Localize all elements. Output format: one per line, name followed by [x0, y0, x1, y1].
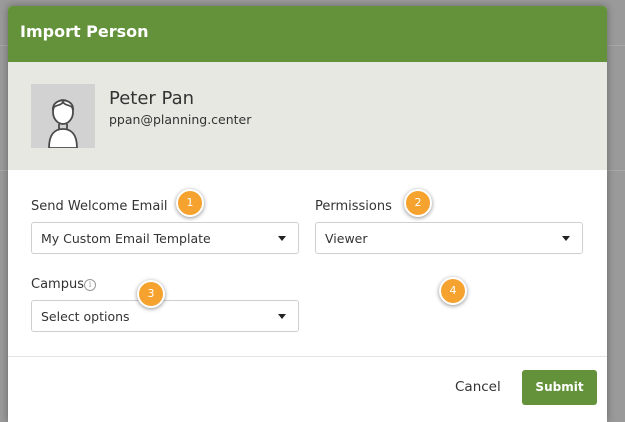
permissions-value: Viewer	[325, 231, 368, 246]
campus-select[interactable]: Select options	[31, 300, 299, 332]
chevron-down-icon	[562, 236, 570, 241]
person-name: Peter Pan	[109, 88, 195, 109]
permissions-label: Permissions	[315, 199, 392, 214]
person-silhouette-icon	[31, 84, 95, 149]
person-summary: Peter Pan ppan@planning.center	[8, 62, 607, 170]
import-person-modal: Import Person Peter Pan ppan@planning.ce…	[8, 6, 607, 422]
avatar	[31, 84, 95, 149]
person-email: ppan@planning.center	[109, 112, 252, 127]
campus-value: Select options	[41, 309, 130, 324]
info-icon[interactable]: i	[84, 279, 96, 291]
step-badge-1: 1	[176, 189, 204, 217]
campus-label: Campus	[31, 277, 84, 292]
step-badge-4: 4	[439, 277, 467, 305]
chevron-down-icon	[278, 314, 286, 319]
modal-header: Import Person	[8, 6, 607, 62]
welcome-email-select[interactable]: My Custom Email Template	[31, 222, 299, 254]
modal-title: Import Person	[20, 22, 149, 41]
submit-button[interactable]: Submit	[522, 370, 597, 405]
cancel-button[interactable]: Cancel	[455, 379, 501, 395]
permissions-select[interactable]: Viewer	[315, 222, 583, 254]
welcome-email-label: Send Welcome Email	[31, 199, 168, 214]
step-badge-3: 3	[137, 280, 165, 308]
chevron-down-icon	[278, 236, 286, 241]
welcome-email-value: My Custom Email Template	[41, 231, 211, 246]
footer-divider	[8, 356, 607, 357]
step-badge-2: 2	[404, 189, 432, 217]
